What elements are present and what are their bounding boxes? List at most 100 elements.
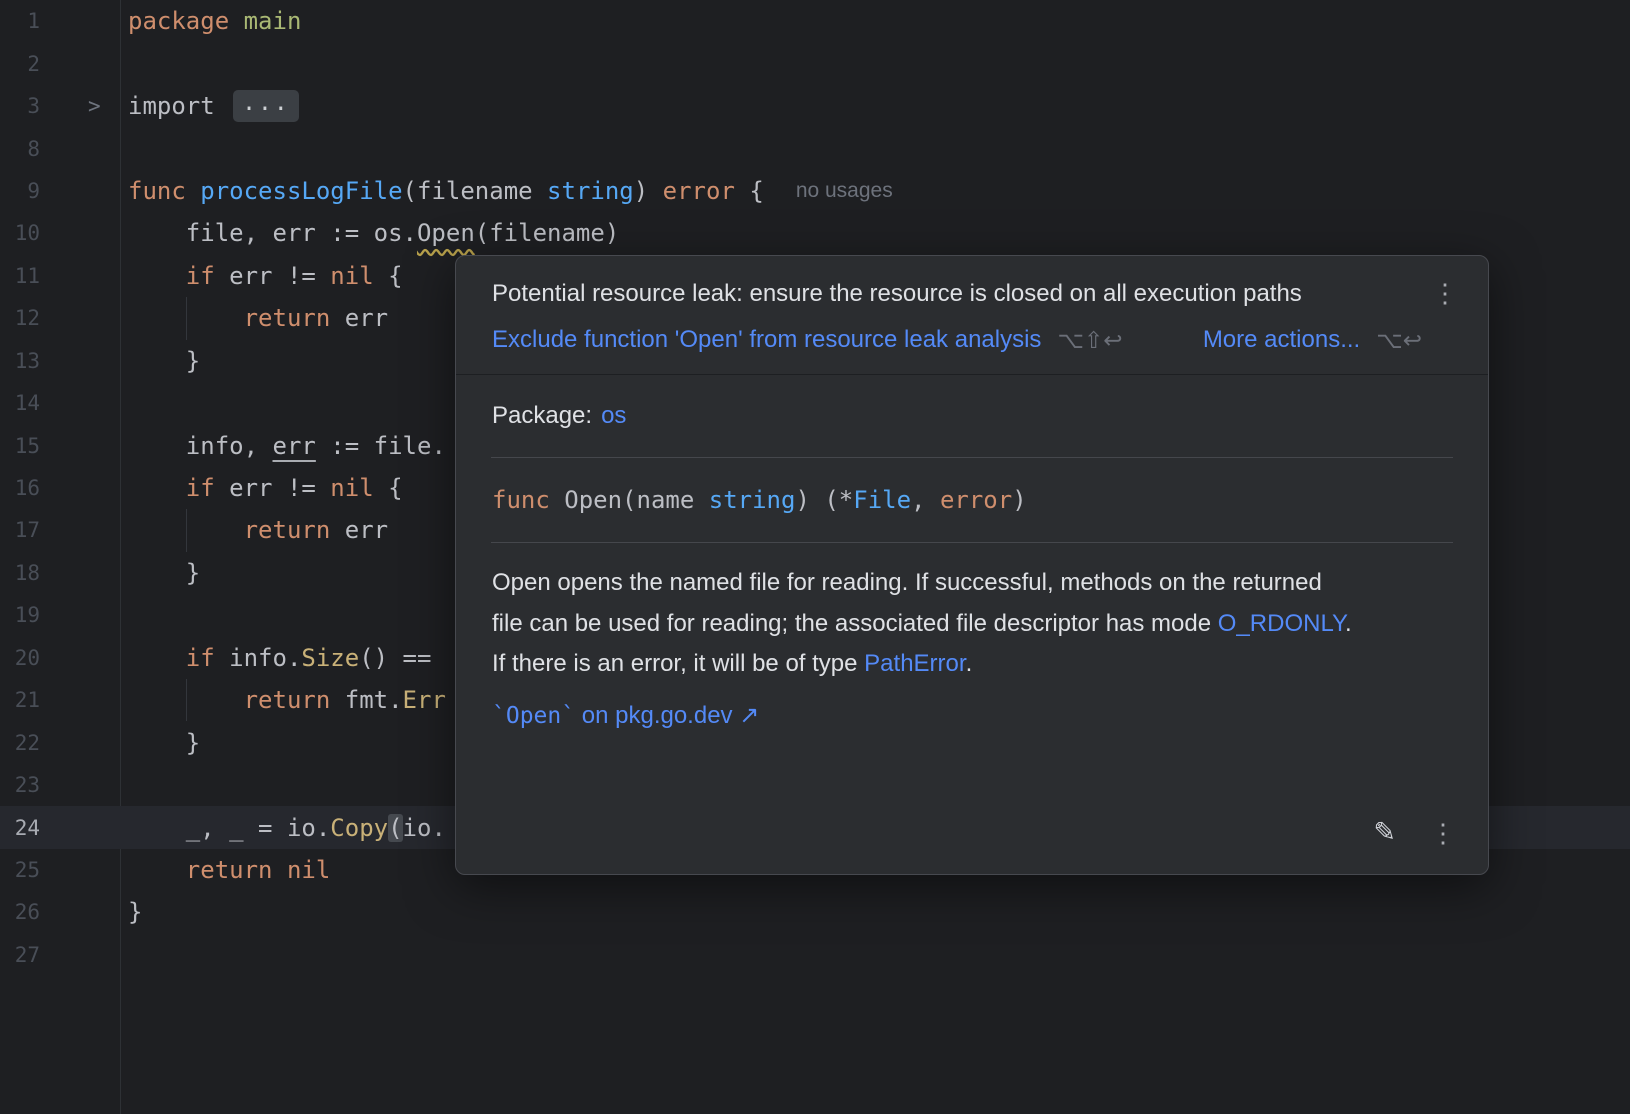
code-token: {	[734, 176, 764, 205]
code-token: info,	[128, 431, 273, 460]
doc-inline-link[interactable]: PathError	[864, 650, 965, 677]
code-line[interactable]: 26}	[0, 891, 1630, 933]
line-number[interactable]: 13	[0, 349, 40, 373]
line-number[interactable]: 20	[0, 646, 40, 670]
code-token: Copy	[330, 813, 389, 842]
gutter-cell: 18	[0, 552, 120, 594]
code-token: err	[272, 431, 316, 460]
code-line[interactable]: 10 file, err := os. Open (filename)	[0, 212, 1630, 254]
line-number[interactable]: 23	[0, 773, 40, 797]
code-line-content[interactable]	[120, 934, 1630, 976]
code-token: return	[243, 686, 331, 715]
code-token: )	[633, 176, 663, 205]
line-number[interactable]: 18	[0, 561, 40, 585]
code-token: processLogFile	[200, 176, 403, 205]
code-token: fmt.	[330, 686, 403, 715]
code-token: () ==	[359, 643, 432, 672]
code-line[interactable]: 9 func processLogFile (filename string) er…	[0, 170, 1630, 212]
exclude-function-link[interactable]: Exclude function 'Open' from resource le…	[492, 326, 1041, 354]
signature-token: Open(name	[549, 486, 709, 514]
code-line-content[interactable]	[120, 42, 1630, 84]
doc-inline-link[interactable]: O_RDONLY	[1218, 610, 1345, 637]
code-token: if	[185, 261, 215, 290]
signature-token: func	[492, 486, 550, 514]
resource-leak-highlight: Open	[416, 219, 475, 248]
gutter-cell: 1	[0, 0, 120, 42]
line-number[interactable]: 17	[0, 518, 40, 542]
doc-section: Open opens the named file for reading. I…	[456, 543, 1488, 730]
edit-source-icon[interactable]: ✎	[1373, 817, 1396, 848]
gutter-cell: 16	[0, 467, 120, 509]
code-token: err !=	[214, 261, 331, 290]
line-number[interactable]: 2	[0, 52, 40, 76]
code-token: func	[128, 176, 186, 205]
line-number[interactable]: 9	[0, 179, 40, 203]
code-token: {	[373, 261, 403, 290]
doc-text: If there is an error, it will be of type	[492, 650, 865, 677]
gutter-cell: 8	[0, 127, 120, 169]
code-line[interactable]: 8	[0, 127, 1630, 169]
signature-token: ) (*	[795, 486, 854, 514]
line-number[interactable]: 19	[0, 603, 40, 627]
line-number[interactable]: 14	[0, 391, 40, 415]
indent-guide	[186, 297, 187, 340]
code-line-content[interactable]: package main	[120, 0, 1630, 42]
code-token: err	[330, 516, 389, 545]
gutter-cell: 2	[0, 42, 120, 84]
line-number[interactable]: 27	[0, 943, 40, 967]
no-usages-hint: no usages	[795, 178, 893, 202]
signature-token: )	[1012, 486, 1027, 514]
inspection-section: Potential resource leak: ensure the reso…	[456, 256, 1488, 374]
fold-arrow-icon[interactable]: >	[88, 94, 101, 118]
code-line-content[interactable]: func processLogFile (filename string) err…	[120, 170, 1630, 212]
gutter-cell: 20	[0, 637, 120, 679]
line-number[interactable]: 16	[0, 476, 40, 500]
line-number[interactable]: 26	[0, 900, 40, 924]
code-token: package	[128, 7, 230, 36]
popup-toolbar: ✎ ⋮	[1373, 817, 1460, 848]
line-number[interactable]: 1	[0, 9, 40, 33]
folded-import-badge[interactable]: ...	[233, 90, 299, 123]
package-link[interactable]: os	[601, 402, 626, 429]
code-line[interactable]: 1 package main	[0, 0, 1630, 42]
code-token: Size	[301, 643, 360, 672]
code-line-content[interactable]: import ...	[120, 85, 1630, 127]
code-line[interactable]: 2	[0, 42, 1630, 84]
line-number[interactable]: 24	[0, 816, 40, 840]
line-number[interactable]: 15	[0, 434, 40, 458]
doc-text: .	[1344, 609, 1352, 637]
more-actions-shortcut-hint: ⌥↩	[1376, 326, 1422, 353]
code-token: return	[243, 304, 331, 333]
code-line-content[interactable]: }	[120, 891, 1630, 933]
code-line-content[interactable]: file, err := os. Open (filename)	[120, 212, 1630, 254]
line-number[interactable]: 8	[0, 137, 40, 161]
gutter-cell: 12	[0, 297, 120, 339]
gutter-cell: 14	[0, 382, 120, 424]
code-token: (filename	[402, 176, 548, 205]
indent-guide	[186, 679, 187, 722]
code-token: error	[662, 176, 735, 205]
code-token: return	[185, 855, 273, 884]
inspection-more-options-icon[interactable]: ⋮	[1428, 278, 1462, 308]
line-number[interactable]: 22	[0, 731, 40, 755]
line-number[interactable]: 11	[0, 264, 40, 288]
gutter-cell: 15	[0, 424, 120, 466]
line-number[interactable]: 10	[0, 221, 40, 245]
signature-token: File	[853, 486, 912, 514]
code-line[interactable]: 3 > import ...	[0, 85, 1630, 127]
line-number[interactable]: 3	[0, 94, 40, 118]
code-line[interactable]: 27	[0, 934, 1630, 976]
code-token: err	[330, 304, 389, 333]
line-number[interactable]: 21	[0, 688, 40, 712]
more-actions-link[interactable]: More actions...	[1203, 326, 1360, 354]
line-number[interactable]: 12	[0, 306, 40, 330]
code-token: := file.	[315, 431, 446, 460]
doc-link-rest: on pkg.go.dev ↗	[575, 701, 760, 729]
popup-more-options-icon[interactable]: ⋮	[1426, 818, 1460, 848]
line-number[interactable]: 25	[0, 858, 40, 882]
code-line-content[interactable]	[120, 127, 1630, 169]
pkg-go-dev-link[interactable]: `Open` on pkg.go.dev ↗	[492, 701, 1444, 730]
